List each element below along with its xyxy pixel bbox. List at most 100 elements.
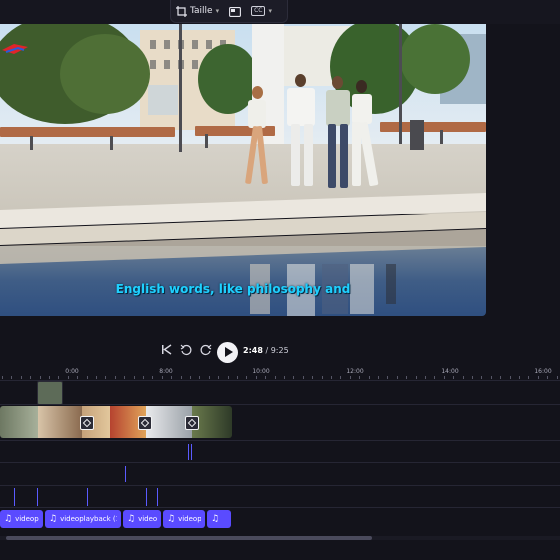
audio-clip-label: videoplayback (1: [60, 515, 117, 523]
audio-clip[interactable]: ♫ videopl: [0, 510, 43, 528]
ruler-tick: [86, 376, 88, 379]
preview-bin: [410, 120, 424, 150]
ruler-tick: [387, 376, 389, 379]
audio-clip-label: videopl: [15, 515, 39, 523]
audio-clip[interactable]: ♫: [207, 510, 231, 528]
total-time: 9:25: [270, 346, 289, 355]
subtitle-caption: English words, like philosophy and: [115, 282, 351, 296]
ruler-tick: [218, 376, 220, 379]
ruler-tick: [293, 376, 295, 379]
ruler-tick: [321, 376, 323, 379]
ruler-tick: [152, 376, 154, 379]
preview-tree: [60, 34, 150, 114]
audio-clip[interactable]: ♫ videop: [163, 510, 205, 528]
ruler-label: 0:00: [65, 368, 79, 375]
ruler-tick: [143, 376, 144, 379]
play-button[interactable]: [217, 342, 238, 363]
rewind-icon: [180, 344, 192, 355]
ruler-label: 16:00: [534, 368, 552, 375]
video-clip-small[interactable]: [37, 381, 63, 405]
ruler-label: 12:00: [346, 368, 364, 375]
cc-icon: CC: [251, 6, 266, 16]
transition-icon[interactable]: [185, 416, 199, 430]
bench-leg: [440, 130, 443, 144]
ruler-tick: [443, 376, 445, 379]
ruler-tick: [490, 376, 492, 379]
track-divider: [0, 485, 560, 486]
transition-icon[interactable]: [138, 416, 152, 430]
ruler-tick: [133, 376, 135, 379]
ruler-tick: [58, 376, 60, 379]
audio-clip[interactable]: ♫ videop: [123, 510, 161, 528]
ruler-tick: [425, 376, 426, 379]
ruler-tick: [11, 376, 13, 379]
ruler-tick: [462, 376, 464, 379]
ruler-tick: [49, 376, 50, 379]
ruler-tick: [30, 376, 32, 379]
ruler-tick: [500, 376, 502, 379]
preview-tree: [400, 24, 470, 94]
audio-marker[interactable]: [14, 488, 15, 506]
playback-time: 2:48 / 9:25: [243, 346, 289, 355]
rewind-5s-button[interactable]: [178, 344, 194, 360]
ruler-tick: [124, 376, 126, 379]
ruler-tick: [359, 376, 361, 379]
video-preview[interactable]: English words, like philosophy and: [0, 24, 486, 316]
top-toolbar: Taille ▾ CC ▾: [0, 0, 560, 24]
ruler-tick: [190, 376, 191, 379]
audio-marker[interactable]: [87, 488, 88, 506]
ruler-tick: [199, 376, 201, 379]
music-note-icon: ♫: [127, 514, 136, 524]
ruler-tick: [227, 376, 229, 379]
audio-marker[interactable]: [37, 488, 38, 506]
ruler-tick: [312, 376, 314, 379]
ruler-tick: [368, 376, 370, 379]
ruler-tick: [302, 376, 304, 379]
ruler-tick: [161, 376, 163, 379]
ruler-tick: [208, 376, 210, 379]
picture-in-picture-icon: [229, 2, 242, 21]
timeline-ruler[interactable]: 0:00 8:00 10:00 12:00 14:00 16:00: [0, 368, 560, 380]
audio-marker[interactable]: [157, 488, 158, 506]
audio-marker[interactable]: [125, 466, 126, 482]
audio-clip-label: videop: [138, 515, 157, 523]
audio-clip[interactable]: ♫ videoplayback (1: [45, 510, 121, 528]
ruler-tick: [274, 376, 276, 379]
resize-button[interactable]: Taille ▾: [171, 0, 224, 22]
music-note-icon: ♫: [211, 514, 220, 524]
audio-marker[interactable]: [146, 488, 147, 506]
playback-controls: 2:48 / 9:25: [0, 340, 486, 366]
ruler-label: 14:00: [441, 368, 459, 375]
clip-thumbnail: [38, 406, 82, 438]
track-divider: [0, 404, 560, 405]
ruler-tick: [472, 376, 473, 379]
timeline-scrollbar-thumb[interactable]: [6, 536, 372, 540]
forward-5s-button[interactable]: [198, 344, 214, 360]
ruler-tick: [39, 376, 41, 379]
ruler-tick: [453, 376, 455, 379]
ruler-tick: [105, 376, 107, 379]
captions-button[interactable]: CC ▾: [246, 0, 277, 22]
picture-in-picture-button[interactable]: [224, 0, 246, 22]
ruler-tick: [180, 376, 182, 379]
music-note-icon: ♫: [167, 514, 176, 524]
ruler-tick: [537, 376, 539, 379]
skip-back-icon: [161, 344, 171, 355]
channel-logo: [0, 38, 30, 60]
audio-marker[interactable]: [191, 444, 192, 460]
ruler-tick: [284, 376, 285, 379]
audio-marker[interactable]: [188, 444, 189, 460]
track-divider: [0, 507, 560, 508]
track-divider: [0, 440, 560, 441]
ruler-tick: [340, 376, 342, 379]
bench-leg: [205, 134, 208, 148]
skip-to-start-button[interactable]: [158, 344, 174, 360]
ruler-tick: [406, 376, 408, 379]
forward-icon: [200, 344, 212, 355]
ruler-label: 10:00: [252, 368, 270, 375]
transition-icon[interactable]: [80, 416, 94, 430]
track-divider: [0, 380, 560, 381]
ruler-tick: [556, 376, 558, 379]
ruler-tick: [20, 376, 22, 379]
ruler-tick: [171, 376, 173, 379]
